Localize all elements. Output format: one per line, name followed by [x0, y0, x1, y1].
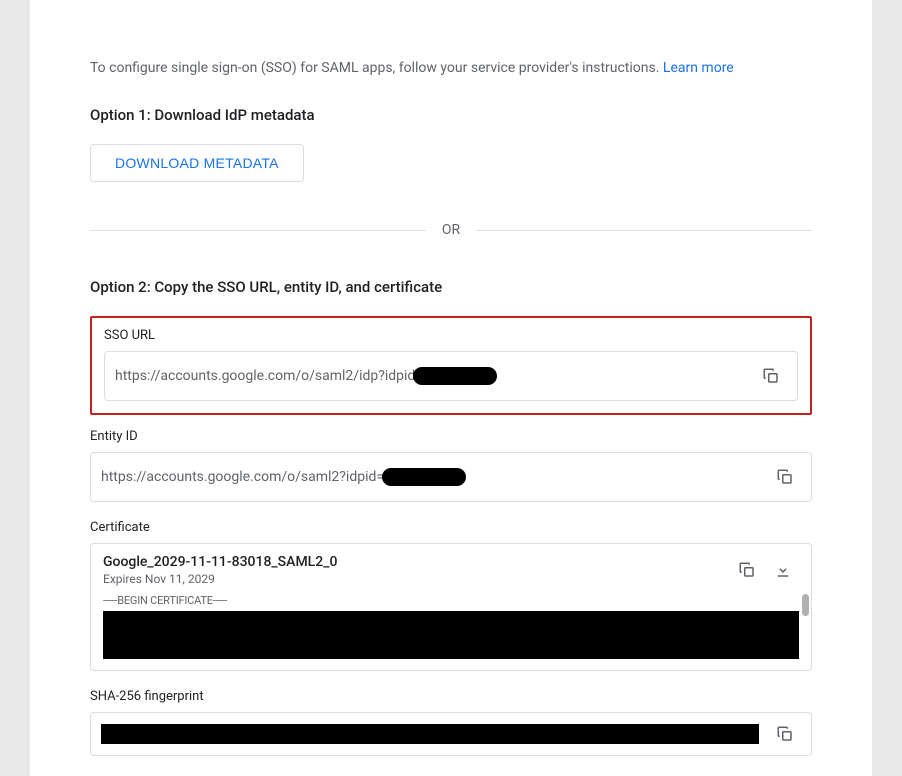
divider-line-left — [90, 230, 426, 231]
sso-url-prefix: https://accounts.google.com/o/saml2/idp?… — [115, 368, 415, 384]
certificate-header: Google_2029-11-11-83018_SAML2_0 Expires … — [91, 544, 811, 594]
copy-icon[interactable] — [767, 459, 803, 495]
certificate-expires: Expires Nov 11, 2029 — [103, 572, 731, 586]
sso-url-field: https://accounts.google.com/o/saml2/idp?… — [104, 351, 798, 401]
intro-copy: To configure single sign-on (SSO) for SA… — [90, 60, 663, 76]
download-metadata-button[interactable]: DOWNLOAD METADATA — [90, 144, 304, 182]
divider-line-right — [476, 230, 812, 231]
certificate-name: Google_2029-11-11-83018_SAML2_0 — [103, 554, 731, 570]
entity-id-value: https://accounts.google.com/o/saml2?idpi… — [101, 468, 767, 486]
download-icon[interactable] — [767, 554, 799, 586]
certificate-body: -----BEGIN CERTIFICATE----- — [91, 594, 811, 670]
scrollbar-thumb[interactable] — [802, 594, 809, 616]
certificate-box: Google_2029-11-11-83018_SAML2_0 Expires … — [90, 543, 812, 671]
sso-url-label: SSO URL — [104, 328, 798, 343]
sso-url-highlight: SSO URL https://accounts.google.com/o/sa… — [90, 316, 812, 415]
intro-text: To configure single sign-on (SSO) for SA… — [90, 60, 812, 76]
entity-id-redacted — [382, 468, 466, 486]
copy-icon[interactable] — [731, 554, 763, 586]
settings-card: To configure single sign-on (SSO) for SA… — [30, 0, 872, 776]
certificate-actions — [731, 554, 799, 586]
entity-id-field: https://accounts.google.com/o/saml2?idpi… — [90, 452, 812, 502]
certificate-scroll[interactable]: -----BEGIN CERTIFICATE----- — [103, 594, 799, 662]
copy-icon[interactable] — [753, 358, 789, 394]
sso-url-value: https://accounts.google.com/o/saml2/idp?… — [115, 367, 753, 385]
fingerprint-label: SHA-256 fingerprint — [90, 689, 812, 704]
sso-url-redacted — [413, 367, 497, 385]
divider-label: OR — [426, 222, 476, 238]
divider: OR — [90, 222, 812, 238]
learn-more-link[interactable]: Learn more — [663, 60, 734, 76]
fingerprint-redacted — [101, 724, 759, 744]
certificate-begin-line: -----BEGIN CERTIFICATE----- — [103, 594, 799, 611]
entity-id-prefix: https://accounts.google.com/o/saml2?idpi… — [101, 469, 384, 485]
certificate-label: Certificate — [90, 520, 812, 535]
certificate-header-text: Google_2029-11-11-83018_SAML2_0 Expires … — [103, 554, 731, 586]
entity-id-label: Entity ID — [90, 429, 812, 444]
certificate-redacted — [103, 611, 799, 659]
fingerprint-field — [90, 712, 812, 756]
option2-title: Option 2: Copy the SSO URL, entity ID, a… — [90, 278, 812, 296]
option1-title: Option 1: Download IdP metadata — [90, 106, 812, 124]
copy-icon[interactable] — [767, 716, 803, 752]
